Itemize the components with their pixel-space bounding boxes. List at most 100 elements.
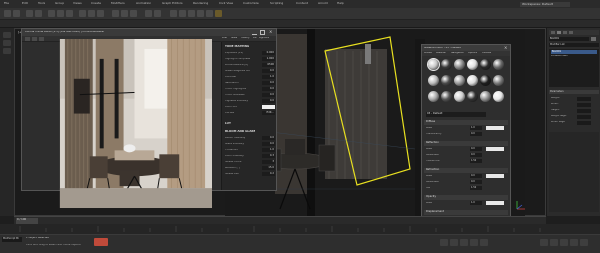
undo-icon[interactable] [4, 10, 11, 17]
translucency-input[interactable]: 0.0 [470, 132, 482, 136]
maxscript-listener[interactable]: MAXScript Mi [2, 237, 22, 242]
next-frame-icon[interactable] [470, 239, 478, 246]
material-slot-sphere[interactable] [454, 59, 465, 70]
streak-blur-input[interactable]: 0.2 [262, 172, 275, 176]
stack-item-box[interactable]: Box001 [551, 50, 597, 54]
opacity-color-swatch[interactable] [486, 201, 504, 205]
material-slot-sphere[interactable] [441, 59, 452, 70]
auto-key-button[interactable] [94, 238, 108, 246]
render-frame-icon[interactable] [206, 10, 213, 17]
create-tab-icon[interactable] [551, 31, 555, 34]
material-slot-sphere[interactable] [493, 75, 504, 86]
color-tint-swatch[interactable] [262, 105, 275, 109]
play-icon[interactable] [460, 239, 468, 246]
refraction-color-swatch[interactable] [486, 174, 504, 178]
diffuse-level-input[interactable]: 1.0 [470, 126, 482, 130]
color-intensity-input[interactable]: 0.3 [262, 154, 275, 158]
menu-civil-view[interactable]: Civil View [219, 2, 233, 5]
section-reflection[interactable]: Reflection [424, 141, 508, 146]
orbit-icon[interactable] [570, 239, 578, 246]
material-slot-sphere[interactable] [493, 59, 504, 70]
time-slider[interactable]: 0 / 100 [14, 216, 546, 224]
track-bar[interactable] [0, 224, 600, 234]
width-segs-input[interactable] [577, 121, 591, 125]
zoom-all-icon[interactable] [550, 239, 558, 246]
object-name-field[interactable]: Box001 [549, 37, 589, 41]
tab-dr[interactable]: DR [253, 37, 257, 39]
material-slot-sphere[interactable] [428, 75, 439, 86]
menu-graph-editors[interactable]: Graph Editors [162, 2, 183, 5]
material-slot-sphere[interactable] [480, 91, 491, 102]
motion-tab-icon[interactable] [569, 31, 573, 34]
params-rollout-header[interactable]: Parameters [549, 90, 599, 94]
frame-buffer-titlebar[interactable]: Corona Frame Buffer [1.5] (3ds Max 2020)… [22, 29, 276, 36]
render-icon[interactable] [215, 10, 222, 17]
goto-start-icon[interactable] [440, 239, 448, 246]
filmic-shadows-input[interactable]: 0.0 [262, 93, 275, 97]
menu-rendering[interactable]: Rendering [193, 2, 208, 5]
material-editor-icon[interactable] [188, 10, 195, 17]
tab-history[interactable]: History [241, 37, 250, 39]
refraction-level-input[interactable]: 0.0 [470, 174, 482, 178]
scale-icon[interactable] [97, 10, 104, 17]
exposure-input[interactable]: 0.000 [262, 51, 275, 55]
material-slot-sphere[interactable] [427, 58, 440, 71]
render-setup-icon[interactable] [197, 10, 204, 17]
workspace-selector[interactable]: Workspaces: Default [520, 2, 570, 7]
contrast-input[interactable]: 1.0 [262, 75, 275, 79]
percent-snap-icon[interactable] [130, 10, 137, 17]
tint-input[interactable]: 0.0 [262, 69, 275, 73]
length-segs-input[interactable] [577, 115, 591, 119]
section-opacity[interactable]: Opacity [424, 195, 508, 200]
me-menu-modes[interactable]: Modes [424, 52, 432, 54]
highlight-compress-input[interactable]: 1.000 [262, 57, 275, 61]
section-displacement[interactable]: Displacement [424, 210, 508, 215]
render-region-icon[interactable] [39, 37, 44, 41]
rotate-icon[interactable] [88, 10, 95, 17]
material-slot-sphere[interactable] [467, 75, 478, 86]
pan-icon[interactable] [560, 239, 568, 246]
select-object-icon[interactable] [48, 10, 55, 17]
minimize-icon[interactable] [252, 30, 257, 35]
filmic-highlights-input[interactable]: 0.0 [262, 87, 275, 91]
goto-end-icon[interactable] [480, 239, 488, 246]
height-input[interactable] [577, 109, 591, 113]
scene-explorer-toggle-icon[interactable] [3, 32, 11, 38]
menu-edit[interactable]: Edit [22, 2, 28, 5]
menu-views[interactable]: Views [73, 2, 82, 5]
reflection-color-swatch[interactable] [486, 147, 504, 151]
display-filter-icon[interactable] [3, 48, 11, 54]
tab-stats[interactable]: Stats [231, 37, 237, 39]
layer-explorer-icon[interactable] [3, 40, 11, 46]
menu-content[interactable]: Content [296, 2, 308, 5]
menu-file[interactable]: File [4, 2, 9, 5]
section-bloom-glare[interactable]: BLOOM AND GLARE [225, 130, 255, 133]
width-input[interactable] [577, 103, 591, 107]
ior-input[interactable]: 1.52 [470, 186, 482, 190]
angle-snap-icon[interactable] [121, 10, 128, 17]
material-slot-sphere[interactable] [467, 59, 478, 70]
rotation-input[interactable]: 15.0 [262, 166, 275, 170]
snap-icon[interactable] [112, 10, 119, 17]
refraction-gloss-input[interactable]: 0.0 [470, 180, 482, 184]
menu-group[interactable]: Group [55, 2, 64, 5]
stack-item-editable-mesh[interactable]: Editable Mesh [551, 55, 568, 57]
white-balance-input[interactable]: 6500 [262, 63, 275, 67]
me-close-icon[interactable]: × [504, 46, 507, 50]
diffuse-color-swatch[interactable] [486, 126, 504, 130]
menu-modifiers[interactable]: Modifiers [111, 2, 125, 5]
glare-input[interactable]: 0.0 [262, 142, 275, 146]
fresnel-ior-input[interactable]: 1.52 [470, 159, 482, 163]
material-slot-sphere[interactable] [493, 91, 504, 102]
curves-button[interactable]: Edit... [262, 111, 275, 115]
vignette-input[interactable]: 0.0 [262, 99, 275, 103]
selection-region-icon[interactable] [66, 10, 73, 17]
menu-help[interactable]: Help [337, 2, 344, 5]
section-diffuse[interactable]: Diffuse [424, 120, 508, 125]
reflection-gloss-input[interactable]: 0.0 [470, 153, 482, 157]
menu-create[interactable]: Create [91, 2, 101, 5]
menu-tools[interactable]: Tools [38, 2, 45, 5]
length-input[interactable] [577, 97, 591, 101]
select-by-name-icon[interactable] [57, 10, 64, 17]
menu-animation[interactable]: Animation [136, 2, 151, 5]
